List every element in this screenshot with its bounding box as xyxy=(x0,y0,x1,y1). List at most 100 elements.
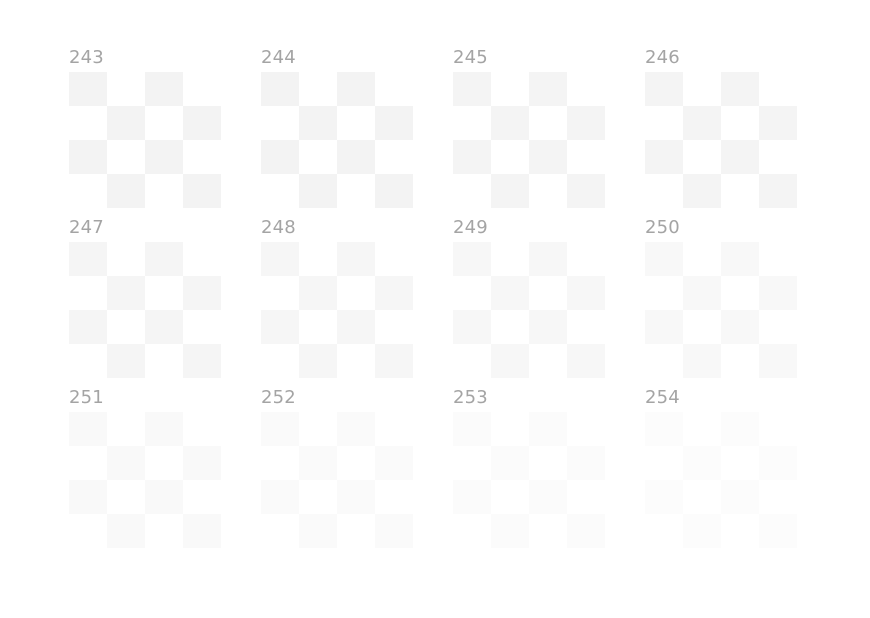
checker-cell xyxy=(759,106,797,140)
swatch-label: 244 xyxy=(261,47,296,68)
swatch-panel-253: 253 xyxy=(453,388,605,548)
checker-cell xyxy=(183,446,221,480)
checker-cell xyxy=(299,344,337,378)
swatch-panel-252: 252 xyxy=(261,388,413,548)
checker-cell xyxy=(375,276,413,310)
checker-cell xyxy=(261,242,299,276)
checker-cell xyxy=(453,480,491,514)
checker-cell xyxy=(183,344,221,378)
checker-cell xyxy=(645,140,683,174)
swatch-label: 250 xyxy=(645,217,680,238)
checker-cell xyxy=(491,276,529,310)
checker-cell xyxy=(299,446,337,480)
checker-cell xyxy=(337,140,375,174)
checker-cell xyxy=(645,242,683,276)
checker-cell xyxy=(529,310,567,344)
checker-cell xyxy=(107,514,145,548)
checker-cell xyxy=(183,514,221,548)
checker-cell xyxy=(145,480,183,514)
checker-cell xyxy=(529,412,567,446)
checker-cell xyxy=(299,106,337,140)
checker-grid xyxy=(453,242,605,378)
checker-cell xyxy=(759,514,797,548)
checker-cell xyxy=(645,412,683,446)
checker-grid xyxy=(261,72,413,208)
checker-cell xyxy=(453,412,491,446)
checker-cell xyxy=(453,140,491,174)
checker-cell xyxy=(69,412,107,446)
checker-cell xyxy=(683,446,721,480)
checker-cell xyxy=(759,174,797,208)
swatch-label: 245 xyxy=(453,47,488,68)
checker-cell xyxy=(145,412,183,446)
checker-cell xyxy=(567,276,605,310)
checker-cell xyxy=(375,106,413,140)
checker-cell xyxy=(107,276,145,310)
swatch-label: 249 xyxy=(453,217,488,238)
checker-cell xyxy=(491,514,529,548)
checker-cell xyxy=(69,310,107,344)
checker-cell xyxy=(261,140,299,174)
checker-cell xyxy=(759,276,797,310)
checker-cell xyxy=(337,412,375,446)
swatch-panel-247: 247 xyxy=(69,218,221,378)
swatch-label: 247 xyxy=(69,217,104,238)
checker-grid xyxy=(261,242,413,378)
swatch-panel-243: 243 xyxy=(69,48,221,208)
checker-grid xyxy=(645,412,797,548)
swatch-panel-246: 246 xyxy=(645,48,797,208)
checker-cell xyxy=(107,446,145,480)
checker-cell xyxy=(453,72,491,106)
swatch-label: 243 xyxy=(69,47,104,68)
checker-cell xyxy=(453,310,491,344)
swatch-panel-254: 254 xyxy=(645,388,797,548)
checker-cell xyxy=(567,174,605,208)
checker-cell xyxy=(299,276,337,310)
checker-grid xyxy=(69,72,221,208)
swatch-panel-248: 248 xyxy=(261,218,413,378)
checker-cell xyxy=(107,344,145,378)
checker-cell xyxy=(529,140,567,174)
checker-cell xyxy=(145,140,183,174)
checker-cell xyxy=(183,106,221,140)
swatch-panel-251: 251 xyxy=(69,388,221,548)
checker-cell xyxy=(721,242,759,276)
checker-cell xyxy=(683,174,721,208)
checker-cell xyxy=(183,276,221,310)
checker-cell xyxy=(337,480,375,514)
checker-cell xyxy=(107,174,145,208)
checker-cell xyxy=(721,72,759,106)
checker-cell xyxy=(491,174,529,208)
swatch-panel-250: 250 xyxy=(645,218,797,378)
checker-cell xyxy=(337,72,375,106)
checker-cell xyxy=(759,344,797,378)
checker-cell xyxy=(69,242,107,276)
checker-cell xyxy=(69,480,107,514)
checker-cell xyxy=(683,514,721,548)
checker-cell xyxy=(491,106,529,140)
checker-cell xyxy=(261,480,299,514)
checker-cell xyxy=(759,446,797,480)
checker-grid xyxy=(453,412,605,548)
checker-cell xyxy=(261,412,299,446)
checker-cell xyxy=(69,72,107,106)
swatch-label: 252 xyxy=(261,387,296,408)
checker-cell xyxy=(453,242,491,276)
checker-cell xyxy=(337,242,375,276)
checker-cell xyxy=(645,72,683,106)
checker-cell xyxy=(645,480,683,514)
swatch-panel-249: 249 xyxy=(453,218,605,378)
swatch-label: 248 xyxy=(261,217,296,238)
checker-cell xyxy=(721,140,759,174)
checker-cell xyxy=(645,310,683,344)
checker-grid xyxy=(645,72,797,208)
checker-cell xyxy=(299,514,337,548)
checker-cell xyxy=(529,242,567,276)
checker-cell xyxy=(683,276,721,310)
checker-grid xyxy=(69,242,221,378)
checker-grid xyxy=(453,72,605,208)
checker-cell xyxy=(337,310,375,344)
swatch-label: 254 xyxy=(645,387,680,408)
checker-cell xyxy=(107,106,145,140)
checker-cell xyxy=(145,242,183,276)
